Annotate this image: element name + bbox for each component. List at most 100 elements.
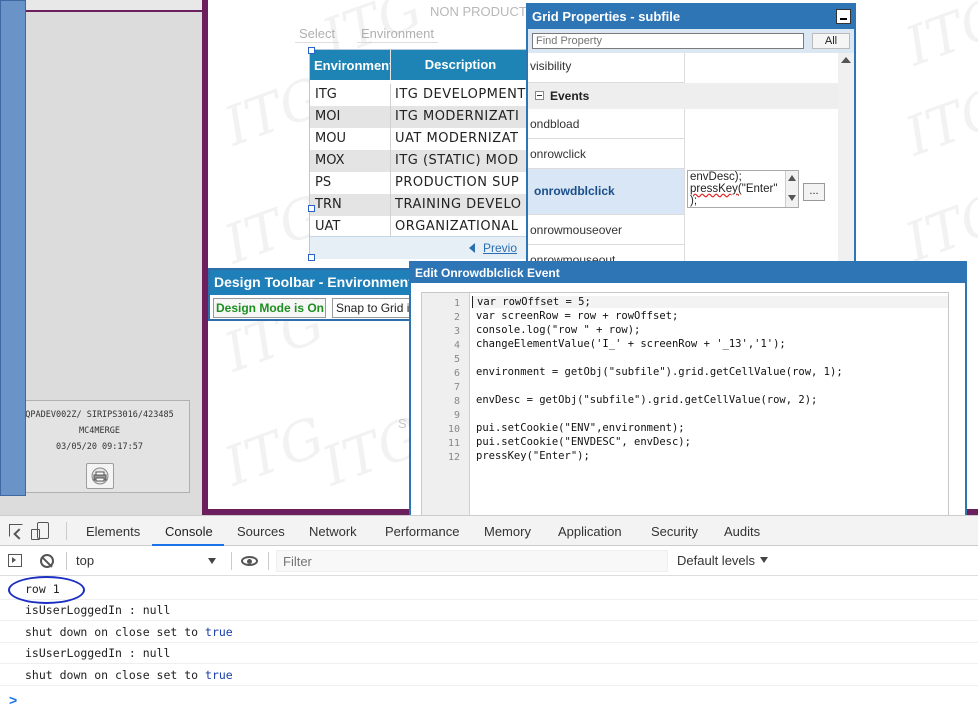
devtools-panel: Elements Console Sources Network Perform… bbox=[0, 515, 978, 724]
code-line[interactable]: pui.setCookie("ENV",environment); bbox=[476, 422, 685, 434]
code-line[interactable]: var screenRow = row + rowOffset; bbox=[476, 310, 678, 322]
line-number: 3 bbox=[453, 326, 460, 337]
property-value[interactable]: envDesc); pressKey("Enter" ); ... bbox=[684, 169, 838, 215]
console-filter-input[interactable] bbox=[276, 550, 668, 572]
tab-audits[interactable]: Audits bbox=[724, 524, 760, 539]
tab-application[interactable]: Application bbox=[558, 524, 622, 539]
log-levels-dropdown[interactable]: Default levels bbox=[677, 553, 755, 568]
tab-security[interactable]: Security bbox=[651, 524, 698, 539]
property-row-visibility[interactable]: visibility bbox=[528, 53, 838, 83]
tab-console[interactable]: Console bbox=[165, 524, 213, 539]
table-row[interactable]: ITG ITG DEVELOPMENT bbox=[310, 84, 528, 106]
code-line[interactable]: envDesc = getObj("subfile").grid.getCell… bbox=[476, 394, 817, 406]
table-row[interactable]: MOX ITG (STATIC) MOD bbox=[310, 150, 528, 172]
edit-event-title[interactable]: Edit Onrowdblclick Event bbox=[411, 263, 965, 283]
code-line[interactable]: pressKey("Enter"); bbox=[476, 450, 590, 462]
textarea-scrollbar[interactable] bbox=[785, 171, 798, 207]
grid-pager: Previo bbox=[310, 236, 528, 259]
line-number: 7 bbox=[453, 382, 460, 393]
environment-grid[interactable]: Environment Description ITG ITG DEVELOPME… bbox=[308, 47, 530, 261]
cell-description: PRODUCTION SUP bbox=[395, 175, 520, 190]
property-value[interactable] bbox=[684, 109, 838, 139]
tab-elements[interactable]: Elements bbox=[86, 524, 140, 539]
grid-properties-window: Grid Properties - subfile All visibility… bbox=[526, 3, 856, 263]
scroll-up-icon[interactable] bbox=[788, 175, 796, 181]
resize-handle[interactable] bbox=[308, 254, 315, 261]
property-row-onrowclick[interactable]: onrowclick bbox=[528, 139, 838, 169]
grid-properties-title[interactable]: Grid Properties - subfile bbox=[528, 5, 854, 29]
column-header-environment[interactable]: Environment bbox=[314, 58, 390, 73]
code-line[interactable]: environment = getObj("subfile").grid.get… bbox=[476, 366, 843, 378]
cell-environment: TRN bbox=[315, 197, 342, 212]
property-row-onrowdblclick[interactable]: onrowdblclick envDesc); pressKey("Enter"… bbox=[528, 169, 838, 215]
column-header-description[interactable]: Description bbox=[390, 50, 530, 80]
design-toolbar: Design Toolbar - Environment Design Mode… bbox=[208, 268, 422, 321]
scroll-up-icon[interactable] bbox=[841, 57, 851, 63]
code-line[interactable]: var rowOffset = 5; bbox=[472, 296, 948, 308]
collapse-icon[interactable] bbox=[535, 91, 544, 100]
divider bbox=[66, 552, 67, 570]
clear-console-icon[interactable] bbox=[40, 554, 54, 568]
line-number: 4 bbox=[453, 340, 460, 351]
design-mode-toggle[interactable]: Design Mode is On bbox=[213, 298, 326, 318]
design-toolbar-title[interactable]: Design Toolbar - Environment bbox=[210, 270, 411, 295]
eye-icon[interactable] bbox=[241, 556, 258, 566]
tab-performance[interactable]: Performance bbox=[385, 524, 459, 539]
cell-description: ITG DEVELOPMENT bbox=[395, 87, 526, 102]
find-property-input[interactable] bbox=[532, 33, 804, 49]
tab-network[interactable]: Network bbox=[309, 524, 357, 539]
annotation-circle bbox=[8, 576, 85, 604]
table-row[interactable]: MOI ITG MODERNIZATI bbox=[310, 106, 528, 128]
device-toolbar-icon[interactable] bbox=[31, 522, 49, 540]
previous-link[interactable]: Previo bbox=[483, 241, 517, 255]
console-prompt[interactable]: > bbox=[9, 692, 17, 708]
line-number: 2 bbox=[453, 312, 460, 323]
show-sidebar-icon[interactable] bbox=[8, 554, 22, 567]
cell-description: ITG (STATIC) MOD bbox=[395, 153, 519, 168]
property-value[interactable] bbox=[684, 139, 838, 169]
all-properties-button[interactable]: All bbox=[812, 33, 850, 49]
onrowdblclick-value-textarea[interactable]: envDesc); pressKey("Enter" ); bbox=[687, 170, 799, 208]
chevron-down-icon[interactable] bbox=[760, 557, 768, 563]
devtools-tab-bar: Elements Console Sources Network Perform… bbox=[0, 516, 978, 546]
code-line[interactable]: pui.setCookie("ENVDESC", envDesc); bbox=[476, 436, 691, 448]
chevron-down-icon bbox=[208, 558, 216, 564]
properties-scrollbar[interactable] bbox=[838, 53, 854, 261]
resize-handle[interactable] bbox=[308, 47, 315, 54]
events-label: Events bbox=[550, 89, 590, 103]
edit-event-button[interactable]: ... bbox=[803, 183, 825, 201]
property-name: onrowclick bbox=[530, 147, 587, 161]
edit-event-window: Edit Onrowdblclick Event 1 2 3 4 5 6 7 8… bbox=[409, 261, 967, 518]
console-message: isUserLoggedIn : null bbox=[0, 599, 978, 621]
scroll-down-icon[interactable] bbox=[788, 195, 796, 201]
left-top-bar bbox=[24, 0, 203, 12]
print-button[interactable] bbox=[86, 463, 114, 489]
resize-handle[interactable] bbox=[308, 205, 315, 212]
tab-sources[interactable]: Sources bbox=[237, 524, 285, 539]
environment-banner: NON PRODUCT bbox=[430, 4, 527, 19]
session-info: QPADEV002Z/ SIRIPS3016/423485 MC4MERGE 0… bbox=[9, 400, 190, 493]
table-row[interactable]: PS PRODUCTION SUP bbox=[310, 172, 528, 194]
property-name: onrowdblclick bbox=[534, 184, 615, 198]
property-value[interactable] bbox=[684, 215, 838, 245]
code-editor[interactable]: 1 2 3 4 5 6 7 8 9 10 11 12 var rowOffset… bbox=[421, 292, 949, 518]
property-value[interactable] bbox=[684, 53, 838, 83]
cell-environment: UAT bbox=[315, 219, 341, 234]
property-row-ondbload[interactable]: ondbload bbox=[528, 109, 838, 139]
stray-label: S bbox=[398, 416, 407, 431]
table-row[interactable]: UAT ORGANIZATIONAL bbox=[310, 216, 528, 238]
code-line[interactable]: changeElementValue('I_' + screenRow + '_… bbox=[476, 338, 786, 350]
line-number: 8 bbox=[453, 396, 460, 407]
previous-arrow-icon[interactable] bbox=[468, 243, 476, 253]
console-message: isUserLoggedIn : null bbox=[0, 642, 978, 664]
events-section-header[interactable]: Events bbox=[528, 83, 838, 109]
inspect-element-icon[interactable] bbox=[9, 524, 23, 537]
code-line[interactable]: console.log("row " + row); bbox=[476, 324, 640, 336]
tab-memory[interactable]: Memory bbox=[484, 524, 531, 539]
table-row[interactable]: MOU UAT MODERNIZAT bbox=[310, 128, 528, 150]
minimize-icon[interactable] bbox=[836, 9, 851, 24]
table-row[interactable]: TRN TRAINING DEVELO bbox=[310, 194, 528, 216]
line-number: 5 bbox=[453, 354, 460, 365]
property-row-onrowmouseover[interactable]: onrowmouseover bbox=[528, 215, 838, 245]
context-select[interactable]: top bbox=[72, 551, 222, 571]
